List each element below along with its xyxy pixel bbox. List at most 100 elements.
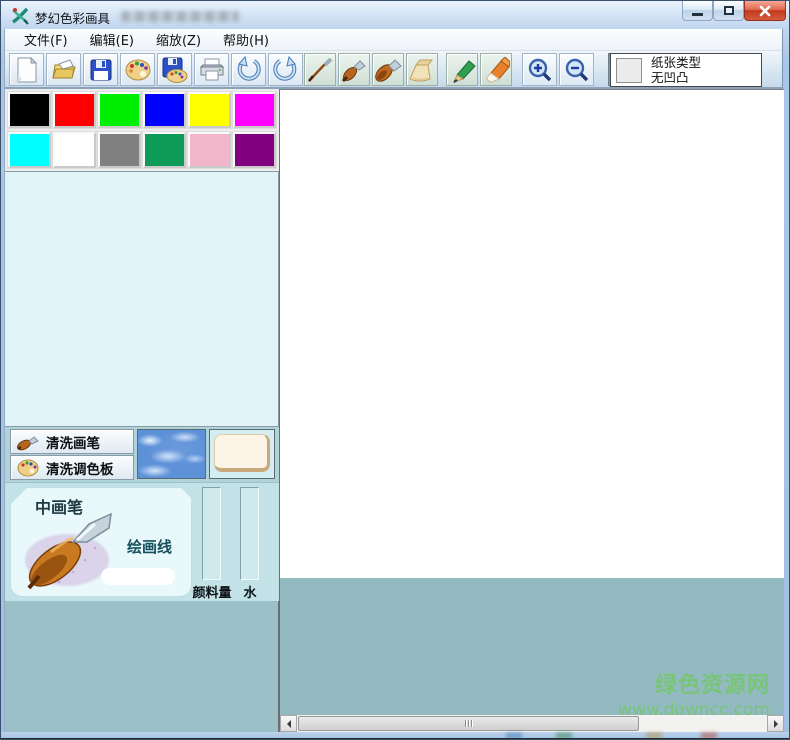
app-icon [10, 6, 30, 26]
canvas-paper[interactable] [280, 89, 784, 578]
left-panel: 清洗画笔 清洗调色板 [5, 89, 279, 732]
scroll-right-icon [774, 720, 782, 728]
clean-brush-button[interactable]: 清洗画笔 [10, 429, 134, 454]
clean-brush-icon [16, 433, 40, 451]
large-round-brush-button[interactable] [372, 53, 404, 86]
color-palette [5, 89, 279, 171]
paper-type-selector[interactable]: 纸张类型 无凹凸 [610, 53, 762, 87]
wash-buttons: 清洗画笔 清洗调色板 [10, 429, 134, 481]
paint-amount-label: 颜料量 [189, 582, 235, 601]
palette-swatch-green[interactable] [98, 92, 141, 128]
open-button[interactable] [46, 53, 81, 86]
paper-type-text: 纸张类型 无凹凸 [651, 55, 701, 85]
menu-file[interactable]: 文件(F) [13, 28, 79, 51]
palette-swatch-pink[interactable] [188, 132, 231, 168]
close-icon [759, 5, 771, 17]
clean-brush-label: 清洗画笔 [46, 432, 100, 452]
sponge-preview[interactable] [209, 429, 275, 479]
save-icon [89, 58, 113, 82]
stroke-type-label: 绘画线 [127, 536, 172, 557]
palette-swatch-magenta[interactable] [233, 92, 276, 128]
palette-swatch-black[interactable] [8, 92, 51, 128]
undo-button[interactable] [231, 53, 266, 86]
zoom-in-icon [527, 57, 553, 83]
palette-swatch-white[interactable] [53, 132, 96, 168]
toolbar: 纸张类型 无凹凸 [5, 51, 782, 89]
palette-swatch-yellow[interactable] [188, 92, 231, 128]
clean-palette-label: 清洗调色板 [46, 458, 114, 478]
eraser-pencil-button[interactable] [480, 53, 512, 86]
menu-edit[interactable]: 编辑(E) [79, 28, 145, 51]
zoom-out-icon [564, 57, 590, 83]
menu-bar: 文件(F) 编辑(E) 缩放(Z) 帮助(H) [5, 29, 782, 51]
thumb-grip [468, 720, 469, 727]
palette-swatch-red[interactable] [53, 92, 96, 128]
paper-type-label: 纸张类型 [651, 55, 701, 70]
maximize-button[interactable] [713, 1, 744, 21]
water-preview[interactable] [137, 429, 206, 479]
paper-type-swatch [616, 58, 642, 83]
liner-brush-icon [307, 57, 333, 83]
canvas-background [280, 578, 784, 715]
small-round-brush-button[interactable] [338, 53, 370, 86]
palette-swatch-blue[interactable] [143, 92, 186, 128]
water-amount-label: 水 [241, 582, 259, 601]
scroll-left-button[interactable] [280, 715, 297, 732]
thumb-grip [465, 720, 466, 727]
palette-icon [124, 58, 152, 82]
save-palette-button[interactable] [157, 53, 192, 86]
save-button[interactable] [83, 53, 118, 86]
wash-section: 清洗画笔 清洗调色板 [5, 427, 279, 482]
client-area: 文件(F) 编辑(E) 缩放(Z) 帮助(H) [4, 29, 783, 732]
small-round-brush-icon [341, 57, 367, 83]
scrollbar-thumb[interactable] [298, 716, 639, 731]
zoom-out-button[interactable] [559, 53, 594, 86]
save-palette-icon [161, 57, 189, 83]
maximize-icon [724, 6, 734, 15]
file-toolbar-group [9, 53, 305, 86]
brush-card: 中画笔 [10, 487, 192, 597]
redo-icon [272, 56, 299, 83]
minimize-button[interactable] [682, 1, 713, 21]
canvas-area: 绿色资源网 www.downcc.com [279, 89, 784, 732]
new-page-icon [15, 57, 39, 83]
clean-palette-button[interactable]: 清洗调色板 [10, 455, 134, 480]
large-round-brush-icon [374, 57, 402, 83]
paper-type-value: 无凹凸 [651, 70, 701, 85]
current-brush-panel: 中画笔 [5, 482, 279, 601]
water-amount-slider[interactable] [240, 487, 259, 580]
palette-swatch-jade-green[interactable] [143, 132, 186, 168]
new-page-button[interactable] [9, 53, 44, 86]
scroll-left-icon [283, 720, 291, 728]
menu-help[interactable]: 帮助(H) [212, 28, 280, 51]
palette-swatch-gray[interactable] [98, 132, 141, 168]
content-area: 清洗画笔 清洗调色板 [5, 89, 784, 732]
undo-icon [235, 56, 262, 83]
pencil-icon [449, 57, 476, 83]
title-bar[interactable]: 梦幻色彩画具 [1, 1, 790, 29]
stroke-preview [101, 568, 175, 585]
flat-brush-icon [408, 57, 436, 83]
print-icon [199, 58, 225, 82]
sponge-sheet [214, 434, 270, 472]
liner-brush-button[interactable] [304, 53, 336, 86]
pencil-button[interactable] [446, 53, 478, 86]
palette-swatch-cyan[interactable] [8, 132, 51, 168]
redo-button[interactable] [268, 53, 303, 86]
print-button[interactable] [194, 53, 229, 86]
flat-brush-button[interactable] [406, 53, 438, 86]
scroll-right-button[interactable] [767, 715, 784, 732]
thumb-grip [471, 720, 472, 727]
menu-zoom[interactable]: 缩放(Z) [145, 28, 212, 51]
palette-button[interactable] [120, 53, 155, 86]
horizontal-scrollbar[interactable] [280, 715, 784, 732]
open-icon [51, 58, 77, 82]
app-window: 梦幻色彩画具 文件(F) 编辑(E) 缩放(Z) 帮助(H) [0, 0, 790, 740]
color-mixing-area[interactable] [5, 171, 279, 427]
paint-amount-slider[interactable] [202, 487, 221, 580]
close-button[interactable] [744, 1, 786, 21]
zoom-in-button[interactable] [522, 53, 557, 86]
window-title: 梦幻色彩画具 [35, 8, 110, 27]
palette-swatch-purple[interactable] [233, 132, 276, 168]
eraser-pencil-icon [483, 57, 510, 83]
